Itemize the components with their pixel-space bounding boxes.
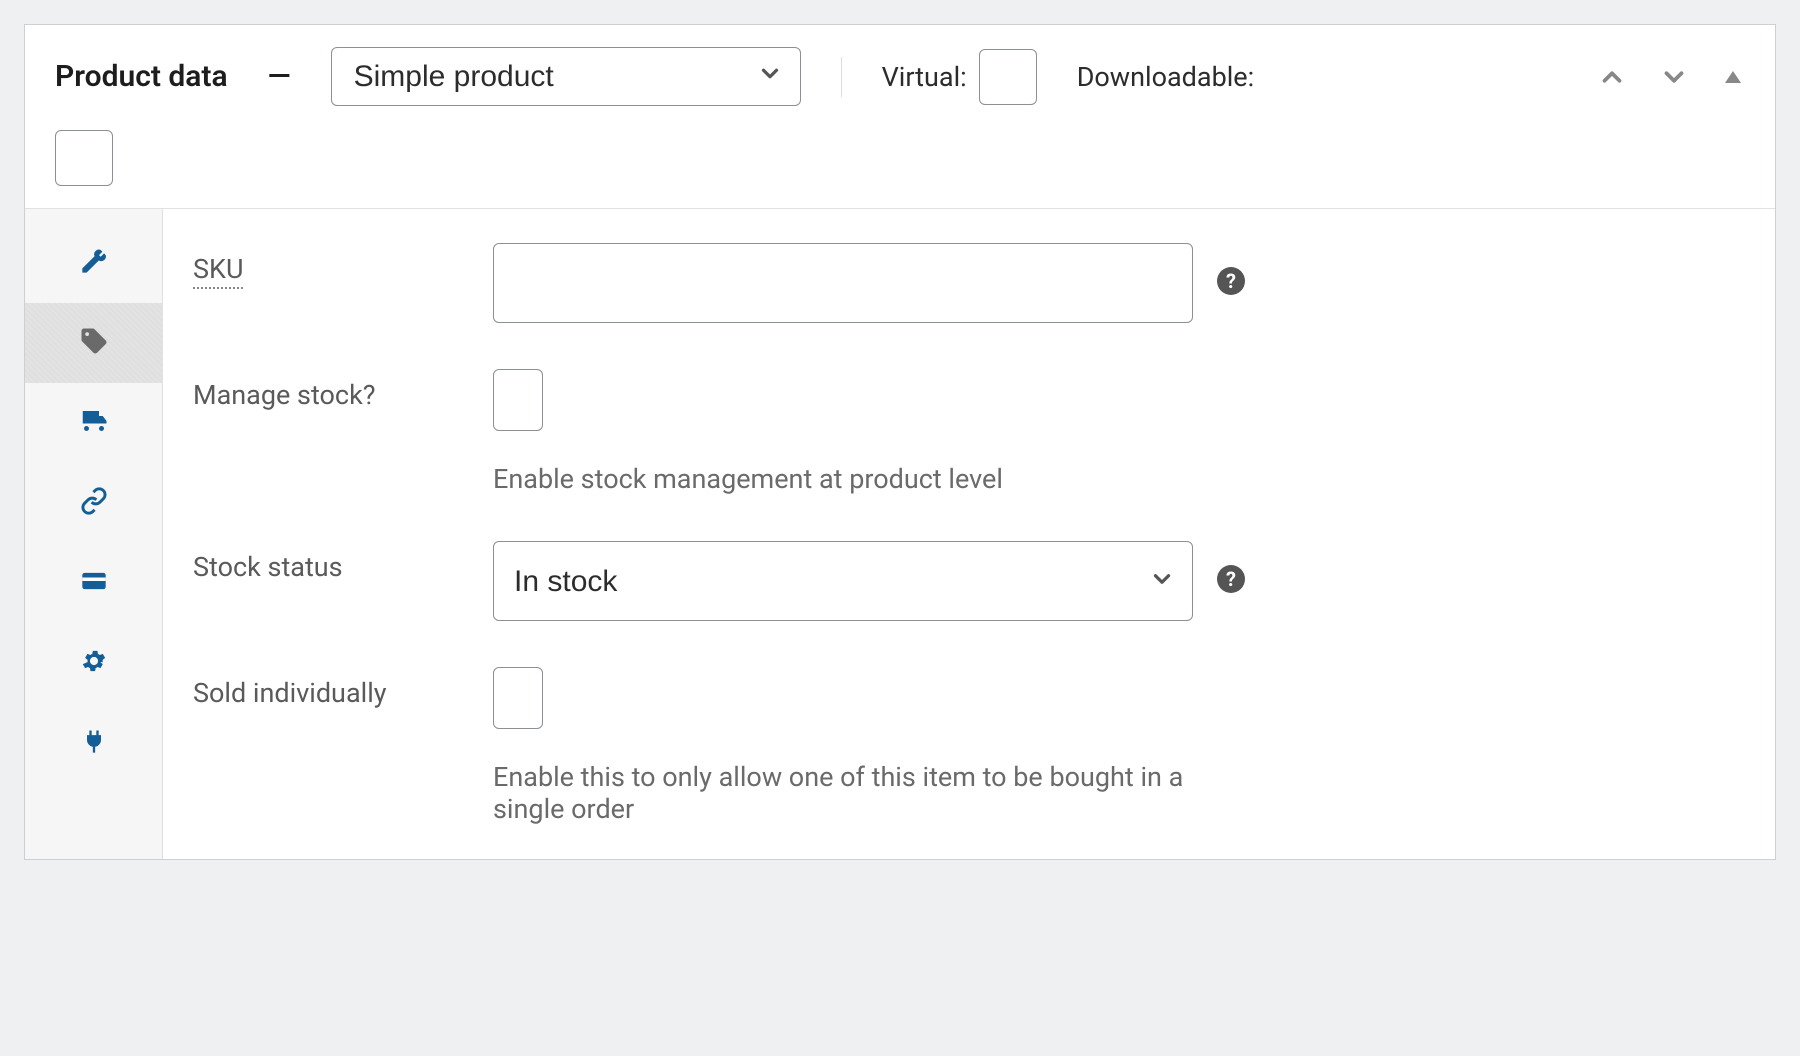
panel-header-controls <box>1597 62 1745 92</box>
sidebar-item-attributes[interactable] <box>25 543 162 623</box>
manage-stock-field: Manage stock? Enable stock management at… <box>193 369 1735 495</box>
product-data-panel: Product data — Simple product Virtual: D… <box>24 24 1776 860</box>
sku-label: SKU <box>193 243 493 285</box>
sku-input[interactable] <box>493 243 1193 323</box>
sold-individually-field: Sold individually Enable this to only al… <box>193 667 1735 825</box>
sidebar-item-inventory[interactable] <box>25 303 162 383</box>
stock-status-label: Stock status <box>193 541 493 583</box>
help-icon[interactable]: ? <box>1217 267 1245 295</box>
plug-icon <box>80 727 108 759</box>
manage-stock-label: Manage stock? <box>193 369 493 411</box>
panel-content: SKU ? Manage stock? Enable stock managem… <box>163 209 1775 859</box>
gear-icon <box>80 647 108 679</box>
downloadable-label: Downloadable: <box>1077 61 1254 93</box>
help-icon[interactable]: ? <box>1217 565 1245 593</box>
sidebar-item-plugins[interactable] <box>25 703 162 783</box>
sidebar-item-linked[interactable] <box>25 463 162 543</box>
downloadable-field: Downloadable: <box>1077 61 1254 93</box>
wrench-icon <box>80 247 108 279</box>
stock-status-select[interactable]: In stock <box>493 541 1193 621</box>
sold-individually-checkbox[interactable] <box>493 667 543 729</box>
manage-stock-desc: Enable stock management at product level <box>493 463 1193 495</box>
product-type-select[interactable]: Simple product <box>331 47 801 106</box>
sold-individually-desc: Enable this to only allow one of this it… <box>493 761 1193 825</box>
virtual-field: Virtual: <box>882 49 1037 105</box>
sidebar-item-general[interactable] <box>25 223 162 303</box>
panel-body: SKU ? Manage stock? Enable stock managem… <box>25 209 1775 859</box>
panel-header: Product data — Simple product Virtual: D… <box>25 25 1775 209</box>
card-icon <box>80 567 108 599</box>
link-icon <box>80 487 108 519</box>
sidebar-item-advanced[interactable] <box>25 623 162 703</box>
sold-individually-label: Sold individually <box>193 667 493 709</box>
virtual-label: Virtual: <box>882 61 967 93</box>
sku-field: SKU ? <box>193 243 1735 323</box>
triangle-up-icon[interactable] <box>1721 65 1745 89</box>
sidebar-item-shipping[interactable] <box>25 383 162 463</box>
header-divider <box>841 57 842 97</box>
chevron-down-icon[interactable] <box>1659 62 1689 92</box>
manage-stock-checkbox[interactable] <box>493 369 543 431</box>
product-type-select-wrapper: Simple product <box>331 47 801 106</box>
panel-title-dash: — <box>268 59 291 94</box>
downloadable-checkbox[interactable] <box>55 130 113 186</box>
truck-icon <box>79 406 109 440</box>
chevron-up-icon[interactable] <box>1597 62 1627 92</box>
sidebar <box>25 209 163 859</box>
tag-icon <box>79 326 109 360</box>
stock-status-field: Stock status In stock ? <box>193 541 1735 621</box>
virtual-checkbox[interactable] <box>979 49 1037 105</box>
panel-title: Product data <box>55 59 228 94</box>
